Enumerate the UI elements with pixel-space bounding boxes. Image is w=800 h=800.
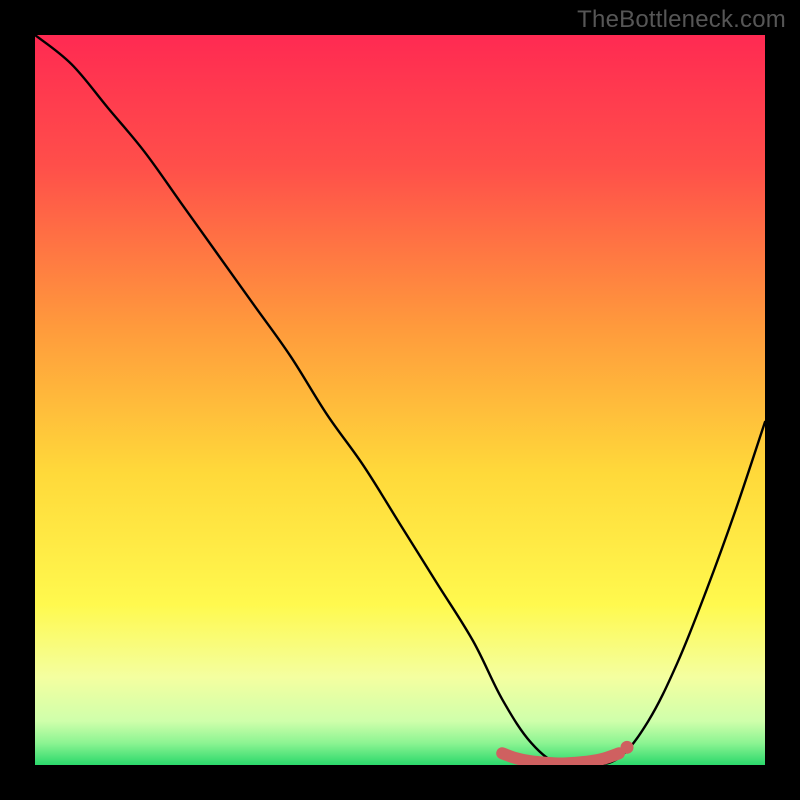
chart-svg	[35, 35, 765, 765]
plot-area	[35, 35, 765, 765]
gradient-background	[35, 35, 765, 765]
watermark-text: TheBottleneck.com	[577, 6, 786, 34]
optimal-range-end-dot	[621, 741, 634, 754]
chart-container: TheBottleneck.com	[0, 0, 800, 800]
